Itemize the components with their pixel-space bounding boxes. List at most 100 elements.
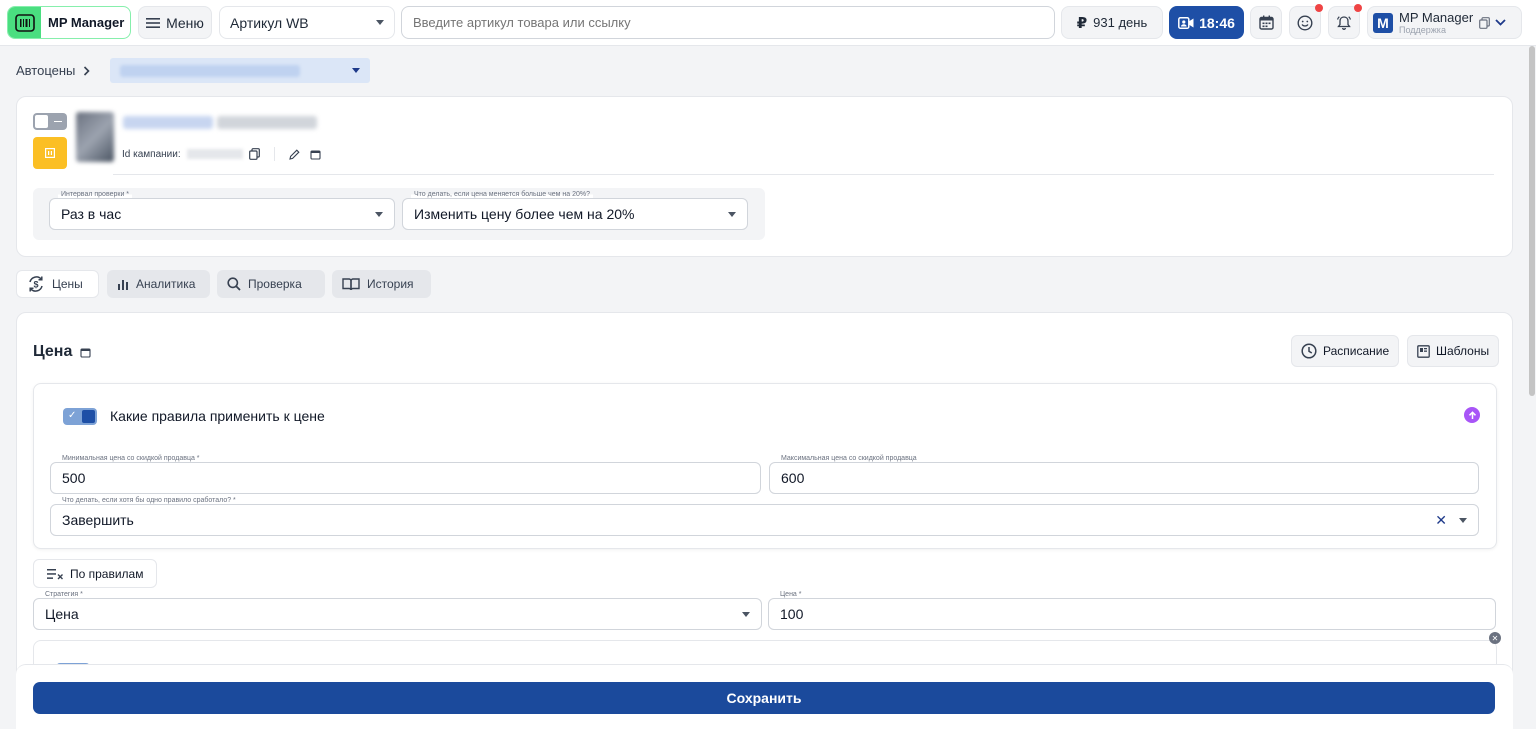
chevron-down-icon [742, 611, 750, 617]
chevron-down-icon [352, 68, 360, 73]
campaign-id-row: Id кампании: [122, 147, 321, 161]
smile-icon [1297, 14, 1313, 31]
strategy-value: Цена [45, 606, 79, 622]
bar-chart-icon [118, 280, 128, 290]
templates-button[interactable]: Шаблоны [1407, 335, 1500, 367]
feedback-button[interactable] [1289, 4, 1323, 39]
arrow-up-icon[interactable] [1464, 407, 1480, 423]
bell-icon [1336, 15, 1352, 30]
calendar-icon[interactable] [310, 149, 321, 160]
templates-label: Шаблоны [1436, 344, 1490, 358]
by-rules-label: По правилам [70, 566, 144, 581]
interval-select[interactable]: Интервал проверки * Раз в час [49, 191, 395, 230]
schedule-label: Расписание [1323, 344, 1390, 358]
user-menu[interactable]: M MP Manager Поддержка [1367, 6, 1522, 39]
max-price-value: 600 [781, 470, 805, 486]
notifications-button[interactable] [1328, 4, 1362, 39]
chevron-down-icon [375, 211, 383, 217]
divider [113, 174, 1494, 175]
rule-action-select[interactable]: Что делать, если хотя бы одно правило ср… [50, 497, 1479, 536]
book-icon [342, 278, 360, 291]
app-logo[interactable]: MP Manager [7, 6, 131, 39]
price-change-select[interactable]: Что делать, если цена меняется больше че… [402, 191, 748, 230]
min-price-value: 500 [62, 470, 86, 486]
max-price-input[interactable]: Максимальная цена со скидкой продавца 60… [769, 455, 1479, 494]
pause-icon [45, 148, 55, 158]
product-name-blurred [123, 116, 317, 129]
calendar-icon[interactable] [80, 347, 91, 358]
search-icon [227, 277, 241, 291]
tab-history[interactable]: История [332, 270, 431, 298]
strategy-label: Стратегия * [42, 591, 86, 598]
edit-icon[interactable] [288, 148, 300, 160]
chevron-right-icon [84, 65, 91, 76]
campaign-name-blurred [120, 64, 300, 77]
calendar-button[interactable] [1250, 6, 1282, 39]
max-price-label: Максимальная цена со скидкой продавца [778, 455, 920, 462]
price-title-text: Цена [33, 343, 73, 360]
user-role: Поддержка [1399, 24, 1446, 35]
breadcrumb: Автоцены [16, 63, 91, 78]
save-button[interactable]: Сохранить [33, 682, 1495, 714]
balance-text: 931 день [1093, 15, 1148, 30]
tab-label: История [367, 277, 414, 291]
breadcrumb-root[interactable]: Автоцены [16, 63, 75, 78]
article-type-value: Артикул WB [230, 14, 309, 31]
strategy-select[interactable]: Стратегия * Цена [33, 591, 762, 630]
chevron-down-icon [1459, 517, 1467, 523]
barcode-icon [8, 7, 41, 38]
tab-prices[interactable]: $ Цены [16, 270, 99, 298]
interval-label: Интервал проверки * [58, 191, 133, 198]
clock-icon [1301, 343, 1317, 359]
article-type-select[interactable]: Артикул WB [219, 6, 395, 39]
scrollbar[interactable] [1528, 46, 1536, 729]
tab-analytics[interactable]: Аналитика [107, 270, 210, 298]
top-bar: MP Manager Меню Артикул WB ₽ 931 день 18… [0, 0, 1536, 46]
chevron-down-icon[interactable] [1495, 19, 1506, 26]
close-icon[interactable]: ✕ [1435, 512, 1447, 529]
notification-dot [1354, 4, 1362, 12]
close-icon[interactable]: ✕ [1489, 632, 1501, 644]
campaign-card: Id кампании: Интервал проверки * Раз в ч… [16, 96, 1513, 257]
check-settings: Интервал проверки * Раз в час Что делать… [33, 188, 765, 240]
ruble-icon: ₽ [1076, 14, 1088, 32]
rules-toggle[interactable]: ✓ [63, 408, 97, 425]
campaign-id-blurred [186, 149, 243, 159]
price-input[interactable]: Цена * 100 [768, 591, 1496, 630]
tab-check[interactable]: Проверка [217, 270, 325, 298]
menu-button[interactable]: Меню [138, 6, 212, 39]
copy-icon[interactable] [248, 148, 260, 160]
time-button[interactable]: 18:46 [1169, 6, 1244, 39]
campaign-id-label: Id кампании: [122, 148, 181, 160]
pause-button[interactable] [33, 137, 67, 169]
campaign-select[interactable] [110, 58, 370, 83]
campaign-toggle[interactable] [33, 113, 67, 130]
user-name: MP Manager [1399, 9, 1474, 25]
min-price-input[interactable]: Минимальная цена со скидкой продавца * 5… [50, 455, 761, 494]
interval-value: Раз в час [61, 206, 122, 222]
copy-icon[interactable] [1479, 16, 1491, 29]
logo-text: MP Manager [48, 15, 125, 30]
menu-label: Меню [166, 14, 204, 31]
video-icon [1178, 16, 1194, 29]
save-bar: Сохранить [16, 664, 1513, 729]
rules-block: ✓ Какие правила применить к цене Минимал… [33, 383, 1497, 549]
price-label: Цена * [777, 591, 805, 598]
by-rules-button[interactable]: По правилам [33, 559, 158, 588]
chevron-down-icon [728, 211, 736, 217]
rules-title: Какие правила применить к цене [110, 408, 325, 424]
balance-button[interactable]: ₽ 931 день [1061, 6, 1163, 39]
rule-action-value: Завершить [62, 512, 134, 528]
schedule-button[interactable]: Расписание [1291, 335, 1400, 367]
scrollbar-thumb[interactable] [1529, 46, 1535, 396]
rules-icon [47, 568, 63, 579]
price-value: 100 [780, 606, 804, 622]
time-text: 18:46 [1199, 14, 1235, 31]
divider [273, 147, 275, 161]
rule-action-label: Что делать, если хотя бы одно правило ср… [59, 497, 239, 504]
tab-label: Аналитика [136, 277, 196, 291]
min-price-label: Минимальная цена со скидкой продавца * [59, 455, 203, 462]
search-input[interactable] [401, 6, 1055, 39]
avatar: M [1373, 12, 1393, 33]
chevron-down-icon [376, 20, 384, 25]
